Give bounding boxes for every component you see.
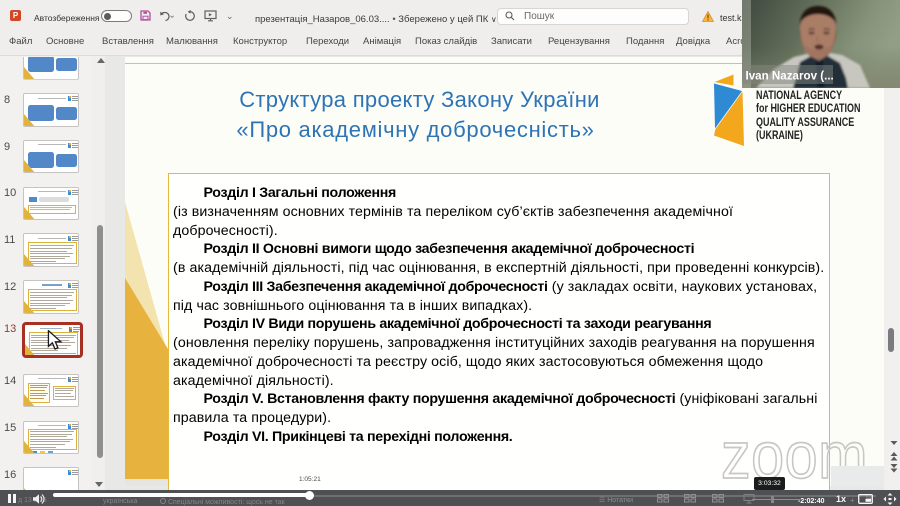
- svg-text:Ivan Nazarov (...: Ivan Nazarov (...: [746, 70, 834, 83]
